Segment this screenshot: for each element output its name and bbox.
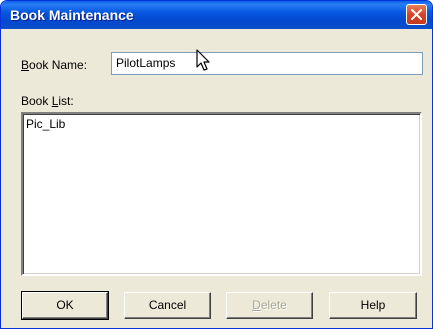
list-item[interactable]: Pic_Lib	[23, 114, 420, 131]
delete-button[interactable]: Delete	[226, 292, 313, 319]
ok-button[interactable]: OK	[21, 291, 109, 320]
book-maintenance-dialog: Book Maintenance Book Name: PilotLamps B…	[0, 0, 433, 329]
mouse-pointer-icon	[196, 49, 210, 71]
book-list-label: Book List:	[21, 94, 74, 108]
book-list[interactable]: Pic_Lib	[21, 112, 422, 276]
window-title: Book Maintenance	[10, 7, 134, 23]
title-bar[interactable]: Book Maintenance	[1, 1, 432, 29]
help-button[interactable]: Help	[329, 292, 417, 319]
cancel-button[interactable]: Cancel	[124, 292, 211, 319]
book-name-input[interactable]: PilotLamps	[111, 52, 423, 75]
close-icon	[411, 9, 422, 20]
close-button[interactable]	[406, 4, 427, 25]
book-name-label: Book Name:	[21, 58, 88, 72]
dialog-body: Book Name: PilotLamps Book List: Pic_Lib…	[4, 29, 429, 326]
